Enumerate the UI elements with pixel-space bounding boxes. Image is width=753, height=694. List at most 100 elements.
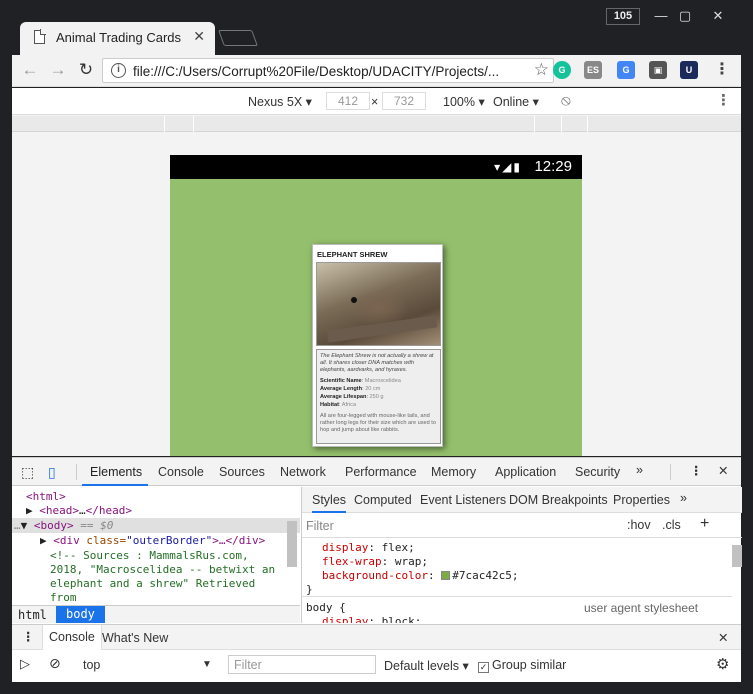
height-input[interactable]: 732 — [382, 92, 426, 110]
context-select[interactable]: top — [83, 658, 100, 672]
styles-scrollbar[interactable] — [732, 545, 742, 567]
grammarly-icon[interactable]: G — [553, 61, 571, 79]
node-head[interactable]: ▶ <head>…</head> — [26, 504, 132, 517]
group-similar-checkbox[interactable]: ✓ Group similar — [478, 658, 566, 673]
rotate-icon[interactable]: ⦸ — [561, 92, 571, 109]
back-arrow-icon[interactable]: ← — [20, 60, 40, 80]
drawer-tab-bar: ⋮ Console What's New ✕ — [12, 624, 741, 650]
close-icon[interactable]: ✕ — [706, 7, 730, 25]
body-selector[interactable]: body { — [306, 601, 346, 614]
tab-security[interactable]: Security — [575, 465, 620, 479]
fact-average-length: Average Length: 20 cm — [320, 385, 381, 392]
status-icons: ▾◢▮ — [494, 160, 522, 174]
tab-close-icon[interactable]: ✕ — [193, 28, 205, 45]
minimize-icon[interactable]: — — [649, 7, 673, 25]
device-select[interactable]: Nexus 5X ▾ — [248, 94, 312, 109]
tab-title: Animal Trading Cards — [56, 30, 181, 45]
color-swatch[interactable] — [441, 571, 451, 580]
devtools-close-icon[interactable]: ✕ — [718, 463, 728, 478]
zoom-select[interactable]: 100% ▾ — [443, 94, 485, 109]
elements-tree: <html> ▶ <head>…</head> …▼ <body> == $0 … — [12, 487, 300, 623]
devtools-panel: ⬚ ▯ Elements Console Sources Network Per… — [12, 457, 742, 682]
es-extension-icon[interactable]: ES — [584, 61, 602, 79]
tab-dom-breakpoints[interactable]: DOM Breakpoints — [509, 493, 608, 507]
rule-close-brace: } — [306, 583, 313, 596]
info-icon[interactable]: i — [111, 63, 126, 78]
device-toolbar-menu-icon[interactable]: ⋮ — [716, 91, 731, 109]
device-toggle-icon[interactable]: ▯ — [48, 464, 64, 480]
document-icon — [34, 29, 46, 44]
url-text[interactable]: file:///C:/Users/Corrupt%20File/Desktop/… — [133, 64, 499, 79]
checkbox-checked-icon[interactable]: ✓ — [478, 662, 489, 673]
address-bar[interactable]: i file:///C:/Users/Corrupt%20File/Deskto… — [102, 58, 554, 83]
breadcrumb: html body — [12, 605, 300, 623]
new-style-rule-icon[interactable]: + — [700, 515, 709, 533]
drawer-menu-icon[interactable]: ⋮ — [22, 629, 35, 644]
tab-console[interactable]: Console — [158, 465, 204, 479]
context-dropdown-icon[interactable]: ▼ — [202, 659, 212, 670]
cls-toggle[interactable]: .cls — [662, 518, 681, 532]
tab-sources[interactable]: Sources — [219, 465, 265, 479]
tab-animal-trading-cards[interactable]: Animal Trading Cards ✕ — [20, 22, 215, 55]
tab-styles[interactable]: Styles — [312, 493, 347, 513]
media-query-bar[interactable] — [12, 116, 741, 132]
styles-filter: Filter :hov .cls + — [302, 514, 742, 538]
tab-elements[interactable]: Elements — [90, 465, 142, 479]
user-agent-stylesheet-label: user agent stylesheet — [584, 601, 699, 615]
zoom-label: 100% — [443, 95, 475, 109]
rule-background-color[interactable]: background-color: #7cac42c5; — [322, 569, 518, 582]
chrome-menu-icon[interactable]: ⋮ — [714, 59, 730, 81]
tab-application[interactable]: Application — [495, 465, 556, 479]
devtools-menu-icon[interactable]: ⋮ — [690, 463, 703, 478]
udacity-extension-icon[interactable]: U — [680, 61, 698, 79]
elements-scrollbar[interactable] — [287, 521, 297, 567]
console-toolbar: ▷ ⊘ top ▼ Filter Default levels ▾ ✓ Group… — [12, 651, 741, 679]
comment-line-3: elephant and a shrew" Retrieved — [50, 577, 256, 590]
more-panes-icon[interactable]: » — [680, 491, 687, 505]
styles-tab-bar: Styles Computed Event Listeners DOM Brea… — [302, 487, 742, 513]
maximize-icon[interactable]: ▢ — [673, 7, 697, 25]
drawer-tab-console[interactable]: Console — [42, 625, 102, 650]
tab-event-listeners[interactable]: Event Listeners — [420, 493, 506, 507]
window-frame-bottom — [12, 682, 741, 694]
google-translate-icon[interactable]: G — [617, 61, 635, 79]
hov-toggle[interactable]: :hov — [627, 518, 651, 532]
card-more-info: All are four-legged with mouse-like tail… — [320, 412, 436, 433]
tab-network[interactable]: Network — [280, 465, 326, 479]
width-input[interactable]: 412 — [326, 92, 370, 110]
bookmark-star-icon[interactable]: ☆ — [534, 60, 549, 80]
rule-display[interactable]: display: flex; — [322, 541, 415, 554]
fact-average-lifespan: Average Lifespan: 250 g — [320, 393, 384, 400]
crumb-body[interactable]: body — [56, 606, 105, 623]
devtools-tab-bar: ⬚ ▯ Elements Console Sources Network Per… — [12, 458, 741, 486]
styles-filter-input[interactable]: Filter — [306, 519, 334, 533]
drawer-close-icon[interactable]: ✕ — [718, 630, 728, 645]
node-body[interactable]: …▼ <body> == $0 — [14, 519, 113, 532]
rule-flex-wrap[interactable]: flex-wrap: wrap; — [322, 555, 428, 568]
reload-icon[interactable]: ↻ — [76, 60, 96, 80]
title-bar: 105 — ▢ ✕ Animal Trading Cards ✕ — [0, 0, 753, 56]
new-tab-button[interactable] — [218, 30, 258, 46]
tab-performance[interactable]: Performance — [345, 465, 417, 479]
tab-computed[interactable]: Computed — [354, 493, 412, 507]
clear-console-icon[interactable]: ⊘ — [49, 655, 61, 672]
more-tabs-icon[interactable]: » — [636, 463, 643, 477]
clipboard-extension-icon[interactable]: ▣ — [649, 61, 667, 79]
console-filter-input[interactable]: Filter — [228, 655, 376, 674]
node-div-outerborder[interactable]: ▶ <div class="outerBorder">…</div> — [40, 534, 265, 547]
crumb-html[interactable]: html — [18, 608, 47, 622]
node-html[interactable]: <html> — [26, 490, 66, 503]
card-info: The Elephant Shrew is not actually a shr… — [316, 349, 441, 444]
tab-properties[interactable]: Properties — [613, 493, 670, 507]
rule-display-block[interactable]: display: block; — [322, 615, 421, 623]
fact-habitat: Habitat: Africa — [320, 401, 357, 408]
forward-arrow-icon[interactable]: → — [48, 60, 68, 80]
log-levels-select[interactable]: Default levels ▾ — [384, 658, 469, 673]
inspect-element-icon[interactable]: ⬚ — [21, 464, 37, 480]
console-settings-gear-icon[interactable]: ⚙ — [716, 655, 729, 673]
card-description: The Elephant Shrew is not actually a shr… — [320, 353, 434, 373]
drawer-tab-whats-new[interactable]: What's New — [102, 631, 168, 645]
network-throttle-select[interactable]: Online ▾ — [493, 94, 539, 109]
tab-memory[interactable]: Memory — [431, 465, 476, 479]
sidebar-toggle-icon[interactable]: ▷ — [20, 656, 30, 672]
